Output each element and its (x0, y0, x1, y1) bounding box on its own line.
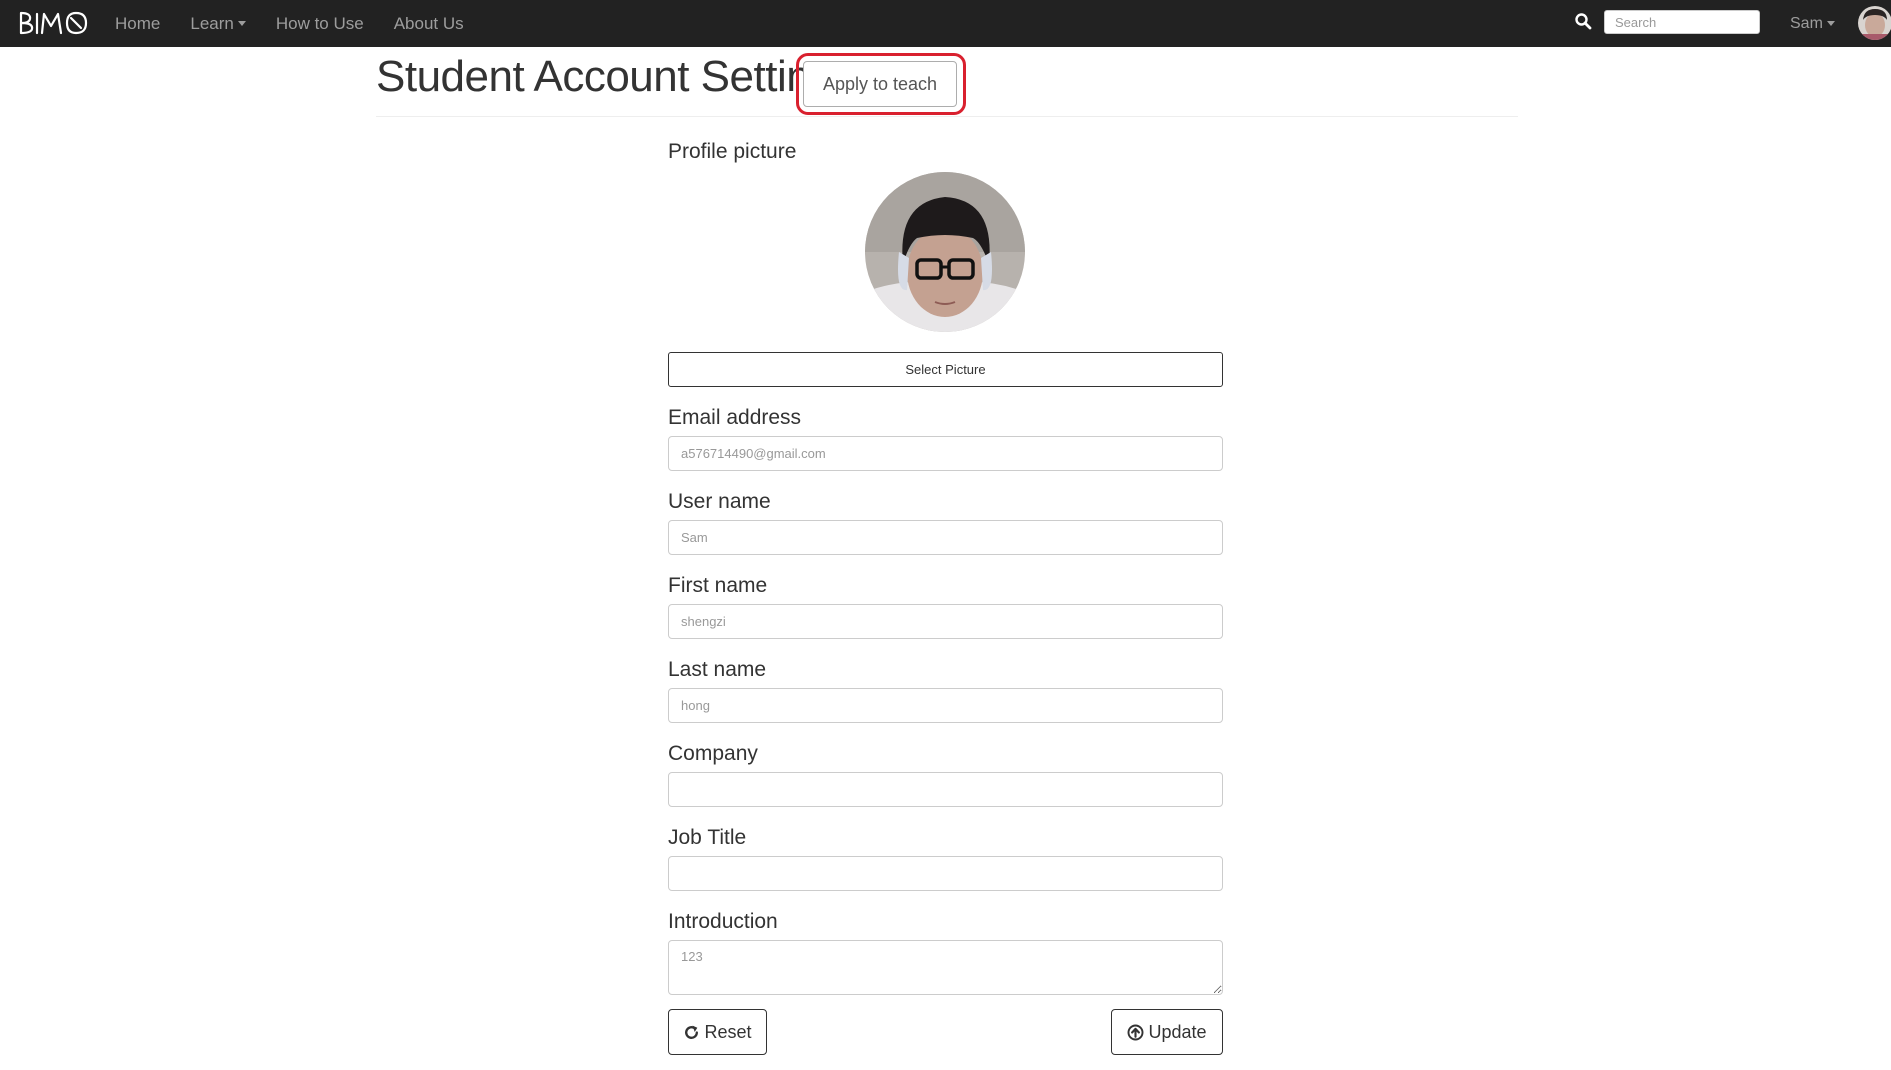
nav-how-to-use-label: How to Use (275, 13, 364, 33)
email-field[interactable] (668, 436, 1223, 471)
company-label: Company (668, 742, 758, 765)
profile-picture (865, 172, 1025, 332)
nav-home-label: Home (115, 13, 161, 33)
nav-about-us-label: About Us (393, 13, 464, 33)
nav-home[interactable]: Home (100, 0, 175, 47)
avatar[interactable] (1858, 6, 1891, 40)
caret-down-icon (237, 21, 246, 26)
avatar-image (1858, 6, 1891, 40)
reset-button[interactable]: Reset (668, 1009, 767, 1055)
jobtitle-field[interactable] (668, 856, 1223, 891)
bimo-logo-icon (19, 11, 88, 35)
username-label: User name (668, 490, 771, 513)
introduction-textarea[interactable] (668, 940, 1223, 995)
lastname-label: Last name (668, 658, 767, 681)
introduction-label: Introduction (668, 910, 778, 933)
email-label: Email address (668, 406, 802, 429)
nav-learn-label: Learn (190, 13, 234, 33)
profile-picture-label: Profile picture (668, 140, 797, 163)
profile-photo-image (865, 172, 1025, 332)
firstname-field[interactable] (668, 604, 1223, 639)
user-menu-label: Sam (1790, 14, 1823, 32)
upload-circle-icon (1128, 1024, 1144, 1040)
username-field[interactable] (668, 520, 1223, 555)
lastname-field[interactable] (668, 688, 1223, 723)
apply-to-teach-button[interactable]: Apply to teach (803, 61, 957, 107)
update-button-label: Update (1148, 1021, 1207, 1042)
nav-how-to-use[interactable]: How to Use (261, 0, 379, 47)
title-divider (376, 116, 1518, 117)
company-field[interactable] (668, 772, 1223, 807)
refresh-icon (685, 1025, 699, 1039)
jobtitle-label: Job Title (668, 826, 747, 849)
nav-links: Home Learn How to Use About Us (100, 0, 479, 47)
search-input[interactable] (1604, 10, 1760, 34)
user-menu-dropdown[interactable]: Sam (1790, 0, 1835, 47)
select-picture-button[interactable]: Select Picture (668, 352, 1223, 387)
firstname-label: First name (668, 574, 768, 597)
brand-logo[interactable] (18, 8, 90, 38)
nav-about-us[interactable]: About Us (379, 0, 479, 47)
nav-learn-dropdown[interactable]: Learn (175, 0, 260, 47)
top-navbar: Home Learn How to Use About Us Sam (0, 0, 1891, 47)
search-icon[interactable] (1574, 12, 1592, 30)
caret-down-icon (1826, 21, 1835, 26)
update-button[interactable]: Update (1111, 1009, 1223, 1055)
reset-button-label: Reset (704, 1021, 752, 1042)
page-title: Student Account Setting (376, 52, 835, 101)
